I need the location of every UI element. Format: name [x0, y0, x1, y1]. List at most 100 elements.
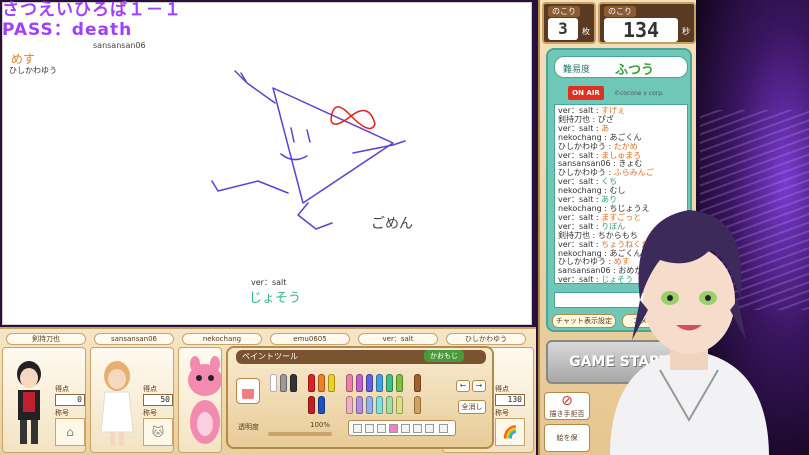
drawing-canvas[interactable]: sansansan06 めす ひしかわゆう ver：salt じょそう ごめん: [2, 2, 532, 325]
color-lightpink[interactable]: [346, 396, 353, 414]
time-value: 134: [604, 18, 678, 42]
player-card[interactable]: [178, 347, 222, 453]
answer-user: ひしかわゆう: [9, 66, 57, 75]
player-name: sansansan06: [94, 333, 174, 345]
cat-icon: 🐱: [143, 418, 173, 446]
color-pink[interactable]: [346, 374, 353, 392]
time-counter: のこり 134 秒: [598, 2, 696, 44]
clear-all-button[interactable]: 全消し: [458, 400, 486, 414]
brush-m[interactable]: [377, 424, 386, 433]
chat-message: くち: [601, 177, 618, 187]
color-darkred[interactable]: [308, 396, 315, 414]
difficulty-label: 難易度: [563, 65, 591, 75]
color-tan[interactable]: [414, 396, 421, 414]
color-lightgreen[interactable]: [386, 396, 393, 414]
color-brown[interactable]: [414, 374, 421, 392]
player-names: 剣持刀也 sansansan06 nekochang emu0605 ver：s…: [4, 333, 532, 347]
title-label: 称号: [143, 409, 157, 417]
chat-message: あごくん: [609, 132, 642, 142]
brush-s[interactable]: [365, 424, 374, 433]
remaining-label: のこり: [548, 6, 580, 17]
chat-user: nekochang :: [558, 132, 610, 142]
score-value: 0: [55, 394, 85, 406]
brush-xxl[interactable]: [413, 424, 422, 433]
player-name: nekochang: [182, 333, 262, 345]
color-lime[interactable]: [396, 374, 403, 392]
color-cyan[interactable]: [376, 396, 383, 414]
color-orange[interactable]: [318, 374, 325, 392]
paint-tool-panel: ペイントツール かおもじ ← → 全消し 透明度 100%: [226, 346, 494, 449]
drawer-name: sansansan06: [93, 41, 146, 50]
time-label: のこり: [604, 6, 636, 17]
chat-user: ver：salt :: [558, 177, 602, 187]
color-lavender[interactable]: [356, 396, 363, 414]
avatar: [95, 352, 139, 448]
paint-tool-title: ペイントツール: [242, 352, 298, 361]
eraser-icon[interactable]: [236, 378, 260, 404]
kaomoji-button[interactable]: かおもじ: [424, 350, 464, 362]
color-yellow[interactable]: [328, 374, 335, 392]
difficulty-bar: 難易度 ふつう: [554, 56, 688, 78]
player-name: 剣持刀也: [6, 333, 86, 345]
score-label: 得点: [55, 385, 69, 393]
score-label: 得点: [495, 385, 509, 393]
onair-badge: ON AIR: [568, 86, 604, 100]
chat-user: ひしかわゆう :: [558, 168, 614, 178]
color-gray[interactable]: [280, 374, 287, 392]
brush-xl[interactable]: [401, 424, 410, 433]
drawing-text: ごめん: [371, 216, 413, 232]
player-name: ver：salt: [358, 333, 438, 345]
home-icon: ⌂: [55, 418, 85, 446]
chat-user: ver：salt :: [558, 123, 602, 133]
remaining-count: 3: [548, 18, 578, 40]
color-black[interactable]: [290, 374, 297, 392]
brush-xs[interactable]: [353, 424, 362, 433]
color-skyblue[interactable]: [376, 374, 383, 392]
avatar: [183, 352, 227, 448]
brush-xxxl[interactable]: [425, 424, 434, 433]
opacity-value: 100%: [310, 421, 331, 429]
player-card[interactable]: 得点 50 称号 🐱: [90, 347, 174, 453]
title-label: 称号: [55, 409, 69, 417]
color-lightblue[interactable]: [366, 396, 373, 414]
overlay-pass: PASS：death: [2, 20, 133, 40]
color-indigo[interactable]: [366, 374, 373, 392]
chat-message: あ: [601, 123, 610, 133]
brush-stamp[interactable]: [439, 424, 448, 433]
chat-message: すげぇ: [601, 106, 626, 115]
color-blue[interactable]: [318, 396, 325, 414]
player-card[interactable]: 得点 0 称号 ⌂: [2, 347, 86, 453]
redo-arrow-icon[interactable]: →: [472, 380, 486, 392]
chat-message: ましゅまろ: [601, 150, 642, 160]
chat-message: たかめ: [613, 141, 638, 151]
color-lightyellow[interactable]: [396, 396, 403, 414]
undo-arrow-icon[interactable]: ←: [456, 380, 470, 392]
chat-message: ぴざ: [597, 114, 614, 124]
color-red[interactable]: [308, 374, 315, 392]
chat-message: ふらみんご: [613, 168, 654, 178]
player-name: ひしかわゆう: [446, 333, 526, 345]
avatar: [7, 352, 51, 448]
color-palette[interactable]: [268, 372, 428, 416]
remaining-counter: のこり 3 枚: [542, 2, 596, 44]
score-value: 50: [143, 394, 173, 406]
color-purple[interactable]: [356, 374, 363, 392]
color-green[interactable]: [386, 374, 393, 392]
brush-l[interactable]: [389, 424, 398, 433]
brush-size-selector[interactable]: [348, 420, 456, 436]
score-label: 得点: [143, 385, 157, 393]
chat-user: ひしかわゆう :: [558, 141, 614, 151]
copyright: ©cocone v corp.: [614, 90, 664, 97]
chat-user: 剣持刀也 :: [558, 114, 598, 124]
answer-text: じょそう: [249, 291, 302, 306]
opacity-slider[interactable]: [268, 432, 332, 436]
player-name: emu0605: [270, 333, 350, 345]
chat-user: ver：salt :: [558, 150, 602, 160]
score-value: 130: [495, 394, 525, 406]
remaining-unit: 枚: [582, 27, 590, 36]
title-label: 称号: [495, 409, 509, 417]
drawing-triangle-character: ごめん: [211, 70, 413, 232]
difficulty-value: ふつう: [615, 63, 655, 78]
time-unit: 秒: [682, 27, 690, 36]
color-white[interactable]: [270, 374, 277, 392]
